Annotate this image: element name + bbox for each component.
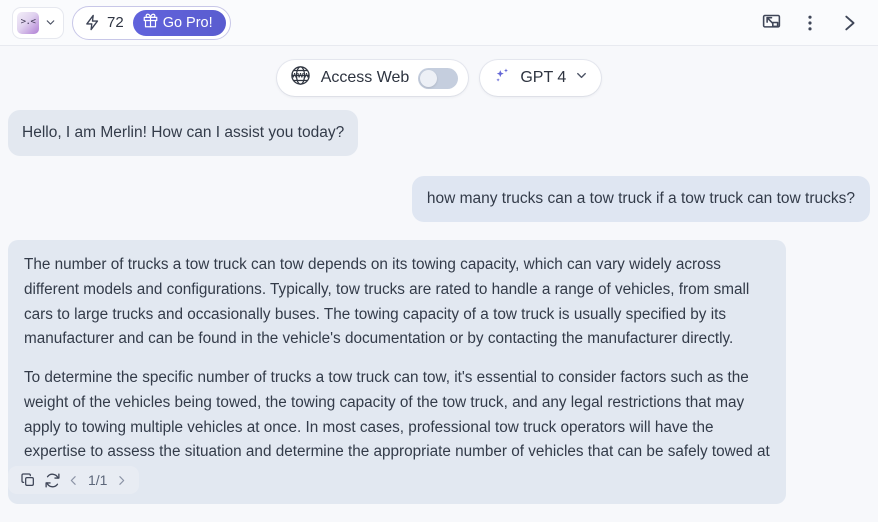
model-label: GPT 4 [520, 69, 567, 86]
chevron-right-icon[interactable] [838, 12, 860, 34]
avatar-glyph: >.< [20, 17, 36, 27]
header-left-group: >.< 72 Go Pro! [12, 5, 231, 40]
go-pro-label: Go Pro! [162, 14, 213, 31]
user-message-bubble: how many trucks can a tow truck if a tow… [411, 176, 870, 223]
credits-count: 72 [107, 14, 124, 31]
lightning-bolt-icon [84, 14, 101, 31]
access-web-switch[interactable] [418, 67, 459, 89]
more-vertical-icon[interactable] [800, 13, 820, 33]
message-row-assistant-answer: The number of trucks a tow truck can tow… [0, 240, 878, 504]
sparkles-icon [493, 66, 512, 90]
response-page-indicator: 1/1 [88, 472, 108, 488]
svg-text:WWW: WWW [291, 72, 309, 79]
user-avatar-icon: >.< [17, 11, 39, 34]
copy-icon[interactable] [17, 469, 39, 491]
message-action-bar: 1/1 [8, 466, 140, 494]
prev-response-button[interactable] [65, 470, 82, 490]
assistant-answer-bubble: The number of trucks a tow truck can tow… [8, 240, 786, 504]
message-row-assistant-greeting: Hello, I am Merlin! How can I assist you… [0, 110, 878, 157]
answer-paragraph-1: The number of trucks a tow truck can tow… [24, 256, 750, 348]
switch-knob [420, 69, 438, 87]
globe-www-icon: WWW [289, 64, 312, 92]
message-row-user: how many trucks can a tow truck if a tow… [0, 176, 878, 223]
assistant-greeting-bubble: Hello, I am Merlin! How can I assist you… [8, 110, 359, 157]
header-right-group [761, 12, 866, 34]
chevron-down-icon[interactable] [574, 68, 589, 88]
access-web-toggle-group[interactable]: WWW Access Web [276, 60, 469, 96]
chat-toolbar: WWW Access Web GPT 4 [0, 60, 878, 96]
model-selector[interactable]: GPT 4 [480, 60, 602, 96]
gift-icon [143, 13, 158, 32]
access-web-label: Access Web [320, 69, 410, 86]
credits-chip[interactable]: 72 Go Pro! [72, 5, 231, 40]
chevron-down-icon[interactable] [44, 16, 57, 29]
refresh-icon[interactable] [41, 469, 63, 491]
next-response-button[interactable] [113, 470, 130, 490]
go-pro-button[interactable]: Go Pro! [132, 9, 226, 36]
minimize-window-icon[interactable] [761, 12, 782, 33]
chat-message-list: Hello, I am Merlin! How can I assist you… [0, 110, 878, 504]
app-header: >.< 72 Go Pro! [0, 0, 878, 46]
profile-chip[interactable]: >.< [12, 6, 64, 39]
